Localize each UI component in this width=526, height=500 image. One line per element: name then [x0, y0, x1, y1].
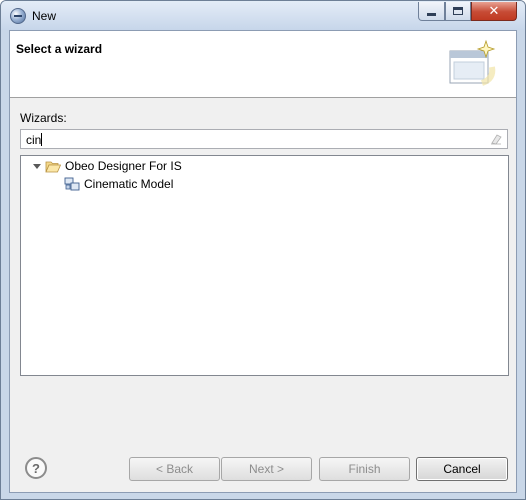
maximize-button[interactable]	[445, 2, 471, 21]
dialog-body: Select a wizard Wizards: cin Obeo Design…	[9, 30, 517, 493]
text-caret	[41, 133, 43, 146]
folder-open-icon	[45, 161, 61, 173]
next-button-label: Next >	[248, 462, 284, 476]
page-title: Select a wizard	[16, 42, 103, 56]
wizard-filter-input[interactable]: cin	[20, 129, 508, 149]
expand-toggle-icon[interactable]	[33, 164, 41, 169]
next-button[interactable]: Next >	[221, 457, 312, 481]
model-icon	[64, 177, 80, 191]
maximize-icon	[453, 7, 463, 15]
wizards-label: Wizards:	[20, 111, 67, 125]
app-icon	[10, 8, 26, 24]
cancel-button-label: Cancel	[443, 462, 481, 476]
window-title: New	[32, 9, 57, 23]
minimize-button[interactable]	[418, 2, 445, 21]
back-button[interactable]: < Back	[129, 457, 220, 481]
wizard-tree[interactable]: Obeo Designer For IS Cinematic Model	[20, 155, 509, 376]
close-button[interactable]: ✕	[471, 2, 517, 21]
help-button[interactable]: ?	[25, 457, 47, 479]
finish-button-label: Finish	[348, 462, 381, 476]
minimize-icon	[427, 12, 436, 16]
new-wizard-dialog: New ✕ Select a wizard Wizards: cin Obeo …	[0, 0, 526, 500]
help-icon: ?	[32, 460, 40, 476]
title-bar[interactable]: New ✕	[1, 1, 525, 30]
filter-text: cin	[26, 133, 42, 147]
wizard-header: Select a wizard	[10, 31, 516, 98]
clear-filter-icon[interactable]	[490, 133, 502, 145]
back-button-label: < Back	[155, 462, 194, 476]
tree-category-obeo-designer[interactable]: Obeo Designer For IS	[65, 159, 182, 173]
tree-item-cinematic-model[interactable]: Cinematic Model	[84, 177, 173, 191]
filter-value: cin	[26, 133, 43, 147]
cancel-button[interactable]: Cancel	[416, 457, 508, 481]
wizard-banner-icon	[449, 39, 496, 86]
finish-button[interactable]: Finish	[319, 457, 410, 481]
close-icon: ✕	[488, 3, 500, 19]
